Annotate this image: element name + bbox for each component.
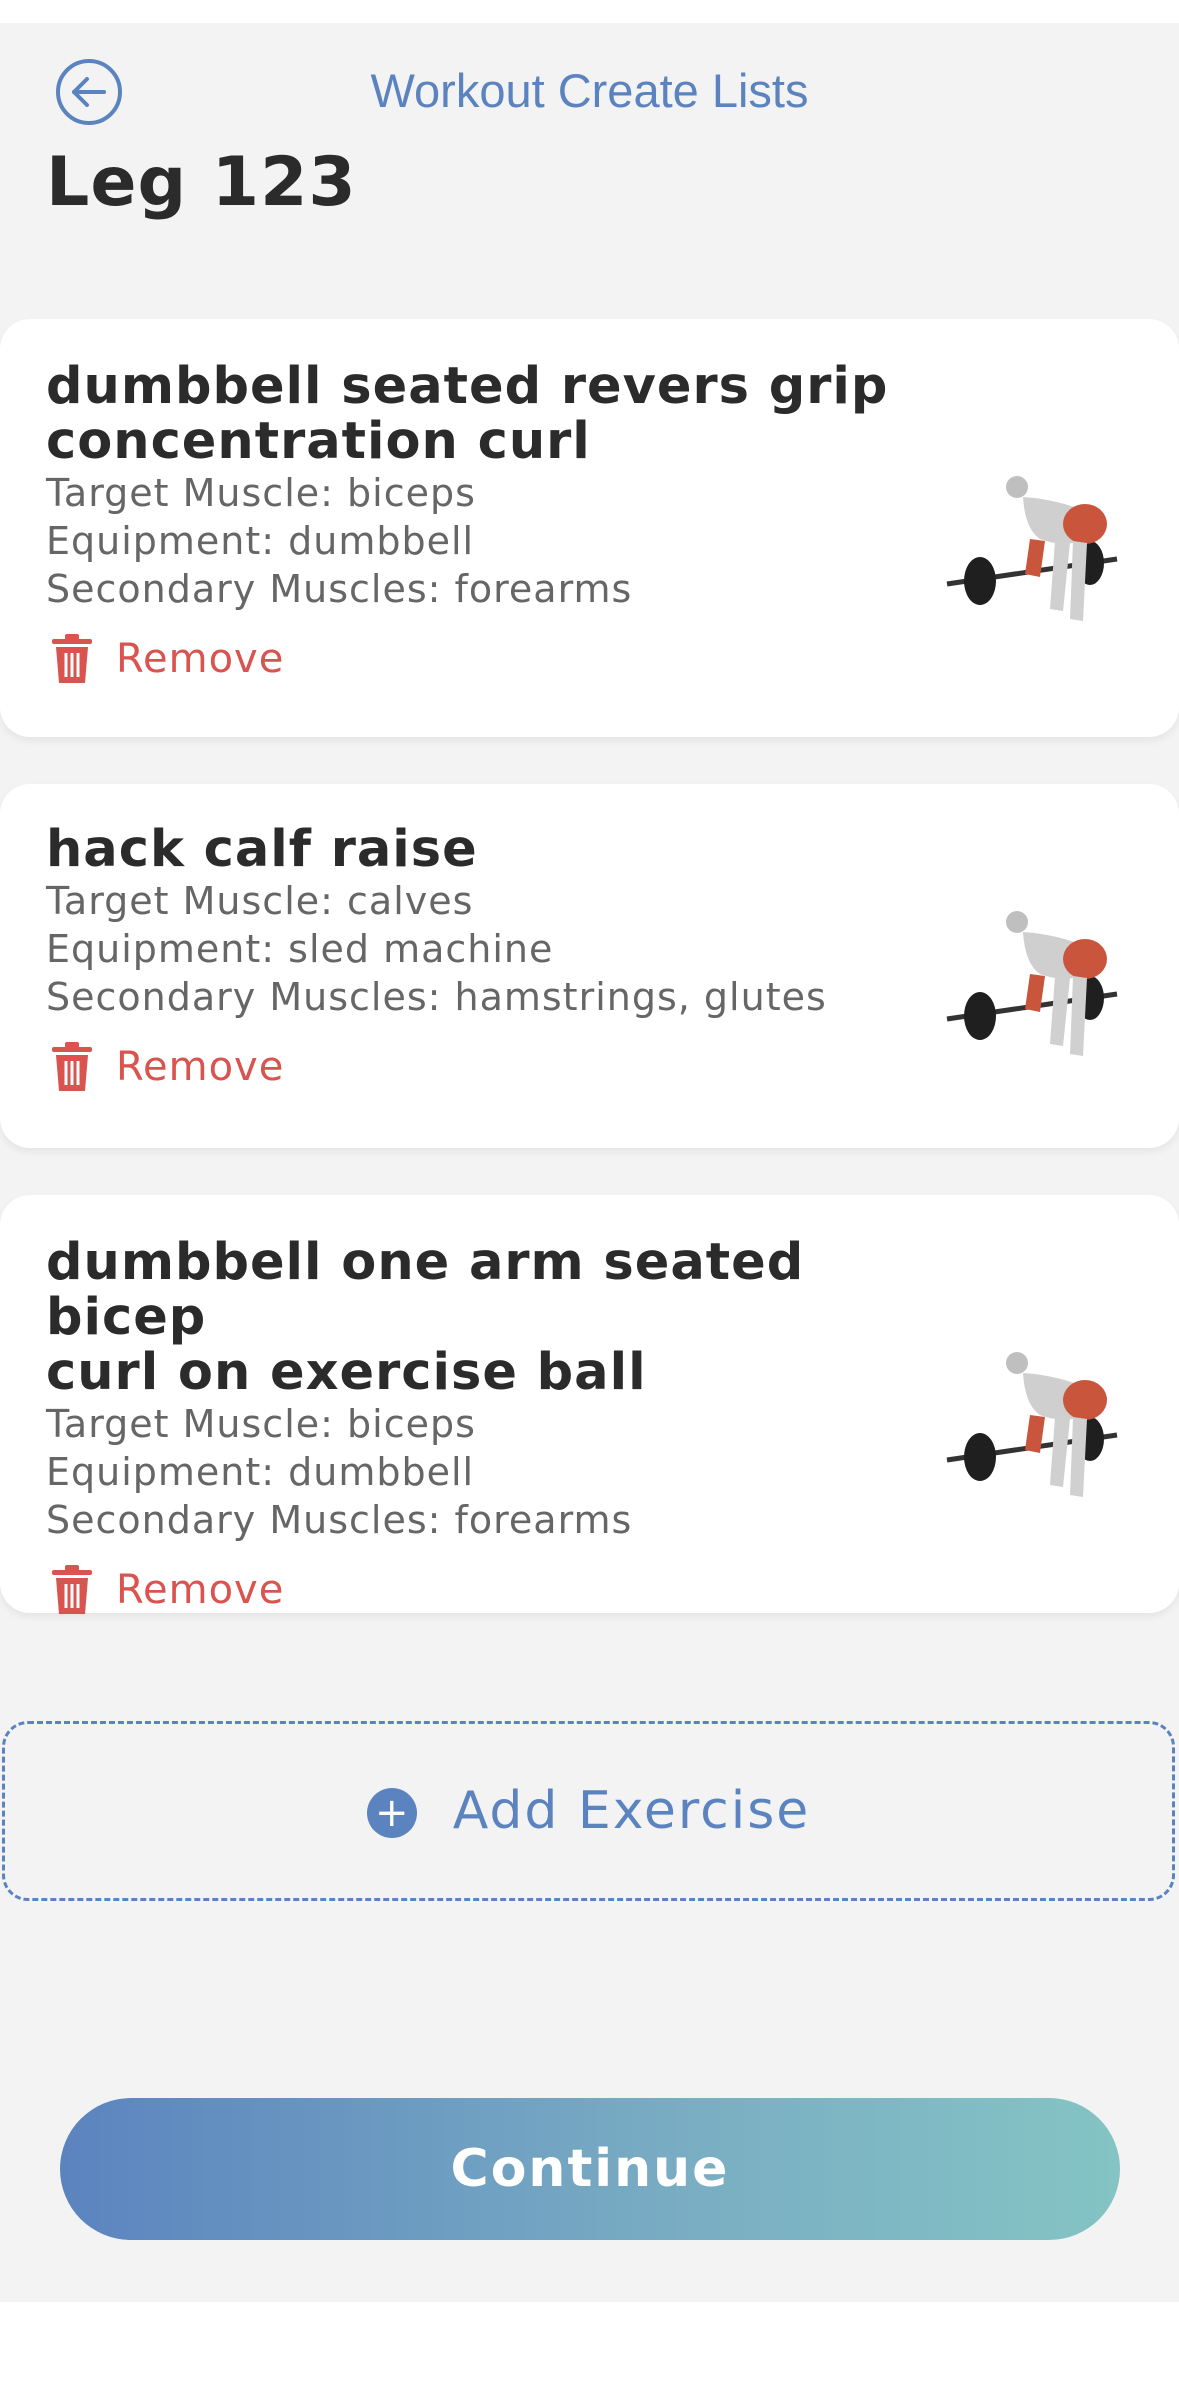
secondary-muscles: Secondary Muscles: forearms	[46, 1498, 633, 1542]
exercise-card[interactable]: dumbbell one arm seated bicep curl on ex…	[0, 1195, 1179, 1616]
trash-icon	[52, 1042, 92, 1091]
exercise-name: concentration curl	[46, 412, 591, 471]
remove-button[interactable]: Remove	[46, 1564, 906, 1616]
trash-icon	[52, 634, 92, 683]
exercise-info: dumbbell one arm seated bicep curl on ex…	[46, 1235, 906, 1616]
exercise-name: curl on exercise ball	[46, 1343, 647, 1402]
screen: Workout Create Lists Leg 123 dumbbell se…	[0, 23, 1179, 2302]
plus-circle-icon: +	[366, 1788, 417, 1838]
exercise-card[interactable]: dumbbell seated revers grip concentratio…	[0, 319, 1179, 737]
exercise-name: dumbbell one arm seated bicep	[46, 1233, 805, 1347]
equipment: Equipment: dumbbell	[46, 519, 475, 563]
continue-button[interactable]: Continue	[60, 2098, 1120, 2240]
target-muscle: Target Muscle: biceps	[46, 471, 476, 515]
add-exercise-button[interactable]: + Add Exercise	[2, 1721, 1175, 1901]
exercise-illustration	[946, 1352, 1118, 1497]
exercise-name: hack calf raise	[46, 820, 478, 879]
remove-label: Remove	[116, 636, 285, 682]
target-muscle: Target Muscle: calves	[46, 879, 474, 923]
secondary-muscles: Secondary Muscles: hamstrings, glutes	[46, 975, 827, 1019]
equipment: Equipment: sled machine	[46, 927, 554, 971]
exercise-illustration	[946, 476, 1118, 621]
trash-icon	[52, 1565, 92, 1614]
remove-button[interactable]: Remove	[46, 1041, 906, 1093]
remove-button[interactable]: Remove	[46, 633, 906, 685]
exercise-card[interactable]: hack calf raise Target Muscle: calves Eq…	[0, 784, 1179, 1148]
equipment: Equipment: dumbbell	[46, 1450, 475, 1494]
exercise-info: dumbbell seated revers grip concentratio…	[46, 359, 906, 685]
target-muscle: Target Muscle: biceps	[46, 1402, 476, 1446]
exercise-info: hack calf raise Target Muscle: calves Eq…	[46, 822, 906, 1093]
nav-title: Workout Create Lists	[370, 64, 809, 117]
header: Workout Create Lists Leg 123	[0, 23, 1179, 222]
remove-label: Remove	[116, 1567, 285, 1613]
page-title: Leg 123	[46, 143, 357, 222]
exercise-illustration	[946, 911, 1118, 1056]
secondary-muscles: Secondary Muscles: forearms	[46, 567, 633, 611]
add-exercise-label: Add Exercise	[452, 1781, 811, 1841]
remove-label: Remove	[116, 1044, 285, 1090]
exercise-name: dumbbell seated revers grip	[46, 357, 889, 416]
